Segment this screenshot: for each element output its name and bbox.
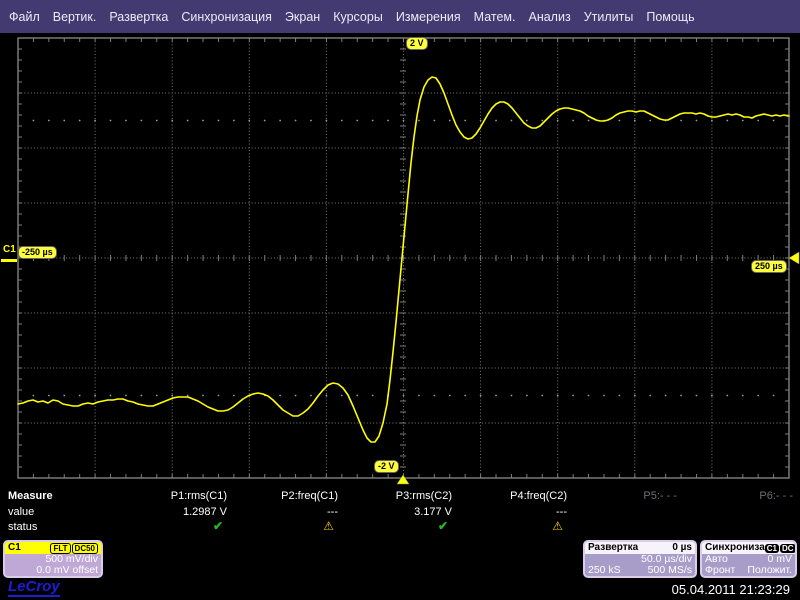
menu-item-1[interactable]: Файл [9, 10, 40, 24]
trigger-type: Фронт [705, 564, 736, 576]
channel-coupling-badge: DC50 [71, 542, 98, 554]
graticule-grid [17, 37, 790, 479]
measure-column-p2[interactable]: P2:freq(C1) --- ⚠ [225, 485, 338, 538]
measure-header: P1:rms(C1) [170, 490, 227, 502]
menu-item-8[interactable]: Матем. [474, 10, 516, 24]
menu-item-4[interactable]: Синхронизация [181, 10, 272, 24]
measure-column-p5[interactable]: P5:- - - [564, 485, 677, 538]
trigger-time-marker-icon[interactable] [396, 474, 410, 485]
status-ok-icon: ✔ [212, 519, 223, 533]
timebase-descriptor-box[interactable]: Развертка 0 µs 50.0 µs/div 250 kS 500 MS… [583, 540, 697, 578]
measure-header: P6:- - - [759, 490, 793, 502]
waveform-display: C1 -250 µs 250 µs 2 V -2 V [0, 33, 800, 485]
menu-item-2[interactable]: Вертик. [53, 10, 97, 24]
measure-column-p4[interactable]: P4:freq(C2) --- ⚠ [454, 485, 567, 538]
status-ok-icon: ✔ [437, 519, 448, 533]
trigger-level-marker-icon[interactable] [788, 251, 800, 265]
trigger-descriptor-box[interactable]: Синхрониза C1 DC Авто 0 mV Фронт Положит… [700, 540, 797, 578]
channel-name: C1 [8, 542, 21, 553]
measure-header: P2:freq(C1) [281, 490, 338, 502]
measure-header: P4:freq(C2) [510, 490, 567, 502]
timebase-title: Развертка [588, 542, 639, 553]
menu-item-3[interactable]: Развертка [109, 10, 168, 24]
measure-value-row-label: value [8, 506, 35, 518]
footer-bar: LeCroy 05.04.2011 21:23:29 [0, 578, 800, 600]
menu-item-5[interactable]: Экран [285, 10, 320, 24]
trigger-slope: Положит. [747, 564, 792, 576]
measure-column-p1[interactable]: P1:rms(C1) 1.2987 V ✔ [114, 485, 227, 538]
channel-filter-badge: FLT [50, 542, 71, 554]
menu-item-7[interactable]: Измерения [396, 10, 461, 24]
measure-panel-title: Measure [8, 490, 53, 502]
status-warning-icon: ⚠ [552, 519, 563, 533]
status-warning-icon: ⚠ [323, 519, 334, 533]
left-time-limit-label: -250 µs [18, 246, 57, 259]
measure-column-p3[interactable]: P3:rms(C2) 3.177 V ✔ [339, 485, 452, 538]
menu-item-9[interactable]: Анализ [528, 10, 570, 24]
oscilloscope-screen: Файл Вертик. Развертка Синхронизация Экран Ку… [0, 0, 800, 600]
measure-header: P3:rms(C2) [395, 490, 452, 502]
measure-panel: Measure value status P1:rms(C1) 1.2987 V ✔… [0, 485, 800, 538]
datetime-display: 05.04.2011 21:23:29 [671, 582, 790, 597]
menu-item-6[interactable]: Курсоры [333, 10, 383, 24]
timebase-samples: 250 kS [588, 564, 621, 576]
right-time-limit-label: 250 µs [751, 260, 787, 273]
measure-value: 3.177 V [414, 506, 452, 518]
channel-c1-zero-marker[interactable]: C1 [3, 244, 16, 255]
channel-c1-zero-dash [1, 259, 17, 262]
trigger-source-badge: C1 [764, 543, 780, 553]
timebase-sample-rate: 500 MS/s [647, 564, 692, 576]
bottom-volt-limit-label: -2 V [374, 460, 399, 473]
channel-offset: 0.0 mV offset [36, 564, 98, 576]
channel-c1-descriptor-box[interactable]: C1 FLT DC50 500 mV/div 0.0 mV offset [3, 540, 103, 578]
lecroy-logo: LeCroy [8, 578, 60, 597]
menu-item-10[interactable]: Утилиты [584, 10, 634, 24]
measure-header: P5:- - - [643, 490, 677, 502]
trigger-coupling-badge: DC [780, 543, 795, 553]
measure-column-p6[interactable]: P6:- - - [680, 485, 793, 538]
menubar: Файл Вертик. Развертка Синхронизация Экран Ку… [0, 0, 800, 33]
menu-item-11[interactable]: Помощь [646, 10, 694, 24]
measure-status-row-label: status [8, 521, 38, 533]
measure-value: --- [327, 506, 338, 518]
top-volt-limit-label: 2 V [406, 37, 428, 50]
scope-graticule-svg [17, 37, 800, 485]
measure-value: 1.2987 V [182, 506, 227, 518]
